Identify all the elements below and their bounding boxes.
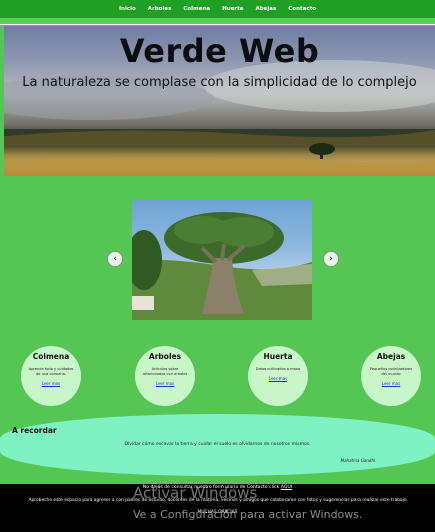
card-huerta: Huerta Datos cultivados a mano Leer mas (248, 346, 308, 406)
card-title: Arboles (148, 352, 182, 361)
slider-image (132, 200, 312, 320)
quote-heading: A recordar (12, 426, 57, 435)
nav-divider (0, 18, 435, 25)
nav-contacto[interactable]: Contacto (288, 6, 316, 12)
nav-inicio[interactable]: Inicio (119, 6, 136, 12)
card-title: Colmena (32, 352, 70, 361)
nav-arboles[interactable]: Arboles (148, 6, 172, 12)
nav-abejas[interactable]: Abejas (255, 6, 276, 12)
nav-colmena[interactable]: Colmena (183, 6, 210, 12)
card-description: Datos cultivados a mano (255, 367, 301, 371)
card-abejas: Abejas Pequeños polinizadores del mundo … (361, 346, 421, 406)
card-title: Huerta (263, 352, 293, 361)
card-description: Aprende todo y cuidados de una colmena. (28, 367, 74, 376)
quote-section: A recordar Olvidar cómo excavar la tierr… (0, 414, 435, 476)
chevron-right-icon: › (329, 253, 333, 264)
slider-next-button[interactable]: › (323, 251, 339, 267)
windows-activation-title: Activar Windows (133, 484, 258, 502)
slider-prev-button[interactable]: ‹ (107, 251, 123, 267)
quote-text: Olvidar cómo excavar la tierra y cuidar … (124, 442, 311, 447)
card-read-more-link[interactable]: Leer mas (248, 376, 308, 381)
top-nav: Inicio Arboles Colmena Huerta Abejas Con… (0, 0, 435, 18)
card-read-more-link[interactable]: Leer mas (135, 381, 195, 386)
card-colmena: Colmena Aprende todo y cuidados de una c… (21, 346, 81, 406)
card-read-more-link[interactable]: Leer mas (361, 381, 421, 386)
site-subtitle: La naturaleza se complase con la simplic… (22, 75, 417, 90)
card-title: Abejas (376, 352, 406, 361)
windows-activation-subtitle: Ve a Configuración para activar Windows. (133, 508, 363, 521)
card-description: Pequeños polinizadores del mundo (369, 367, 413, 376)
quote-author: Mahatma Gandhi (340, 458, 375, 463)
nav-huerta[interactable]: Huerta (222, 6, 243, 12)
hero-banner: Verde Web La naturaleza se complase con … (4, 26, 435, 176)
dragon-tree-photo (132, 212, 312, 320)
card-description: Articulos sobre relacionados con arboles (142, 367, 188, 376)
footer-contact-link[interactable]: AQUI (281, 485, 292, 490)
card-read-more-link[interactable]: Leer mas (21, 381, 81, 386)
chevron-left-icon: ‹ (113, 253, 117, 264)
site-title: Verde Web (119, 32, 320, 70)
card-arboles: Arboles Articulos sobre relacionados con… (135, 346, 195, 406)
